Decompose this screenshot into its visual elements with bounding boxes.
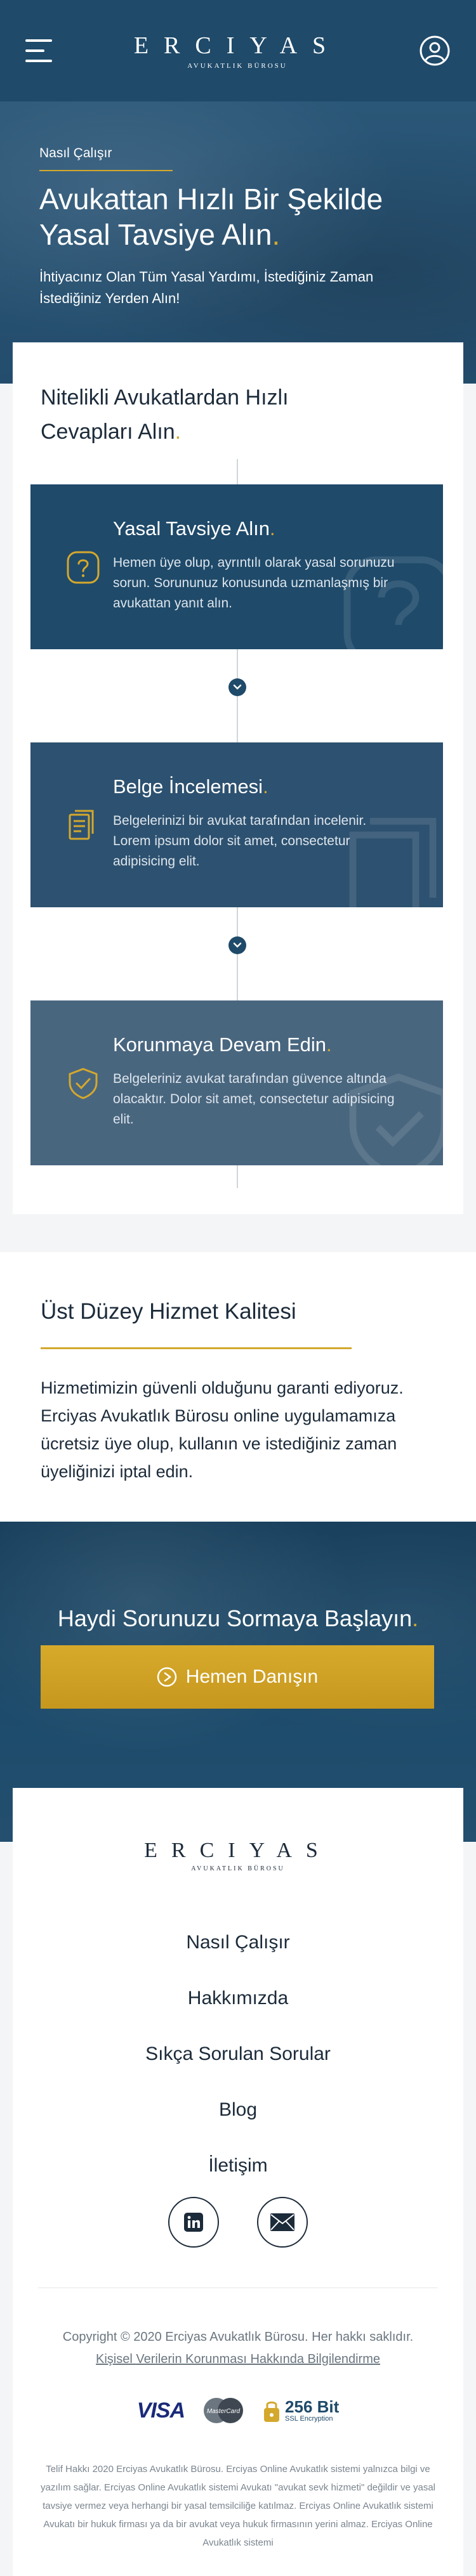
mastercard-logo: MasterCard	[201, 2397, 246, 2424]
footer-link-faq[interactable]: Sıkça Sorulan Sorular	[13, 2026, 463, 2082]
linkedin-button[interactable]	[168, 2197, 219, 2248]
step-title-dot: .	[263, 775, 268, 798]
how-it-works-card: Nitelikli Avukatlardan Hızlı Cevapları A…	[13, 342, 463, 1214]
payment-badges: VISA MasterCard 256 Bit SSL Encryption	[13, 2397, 463, 2424]
steps-title-text: Nitelikli Avukatlardan Hızlı Cevapları A…	[41, 385, 289, 444]
logo-subtitle: AVUKATLIK BÜROSU	[187, 62, 288, 70]
consult-now-button[interactable]: Hemen Danışın	[41, 1645, 434, 1709]
step-title-text: Yasal Tavsiye Alın	[113, 517, 270, 540]
documents-icon	[69, 810, 94, 840]
hero-title: Avukattan Hızlı Bir Şekilde Yasal Tavsiy…	[39, 181, 446, 252]
hero-kicker: Nasıl Çalışır	[39, 146, 112, 160]
footer-logo[interactable]: ERCIYAS AVUKATLIK BÜROSU	[13, 1839, 463, 1872]
padlock-icon	[264, 2401, 280, 2422]
chevron-down-icon	[228, 936, 246, 954]
step-card-stay-protected: Korunmaya Devam Edin. Belgeleriniz avuka…	[30, 1000, 443, 1165]
hero-title-dot: .	[272, 218, 281, 251]
site-footer: ERCIYAS AVUKATLIK BÜROSU Nasıl Çalışır H…	[13, 1788, 463, 2576]
step-title: Belge İncelemesi.	[113, 775, 268, 798]
ssl-badge: 256 Bit SSL Encryption	[262, 2398, 339, 2423]
mastercard-circles-icon: MasterCard	[204, 2398, 244, 2423]
step-title-text: Belge İncelemesi	[113, 775, 263, 798]
user-circle-icon[interactable]	[419, 35, 451, 67]
hero-section: Nasıl Çalışır Avukattan Hızlı Bir Şekild…	[0, 101, 476, 384]
ssl-bits: 256 Bit	[285, 2397, 340, 2416]
step-title: Korunmaya Devam Edin.	[113, 1033, 332, 1056]
linkedin-icon	[184, 2213, 203, 2232]
quality-title: Üst Düzey Hizmet Kalitesi	[41, 1299, 296, 1324]
mastercard-text: MasterCard	[207, 2408, 241, 2415]
footer-logo-wordmark: ERCIYAS	[144, 1839, 332, 1862]
step-title-text: Korunmaya Devam Edin	[113, 1033, 326, 1056]
legal-disclaimer: Telif Hakkı 2020 Erciyas Avukatlık Büros…	[40, 2464, 436, 2548]
question-icon	[67, 551, 100, 584]
question-watermark-icon	[343, 556, 443, 649]
footer-link-blog[interactable]: Blog	[13, 2082, 463, 2138]
play-circle-icon	[157, 1667, 177, 1687]
step-title-dot: .	[326, 1033, 332, 1056]
cta-title: Haydi Sorunuzu Sormaya Başlayın.	[0, 1605, 476, 1632]
visa-logo: VISA	[136, 2398, 185, 2423]
mail-icon	[270, 2213, 294, 2231]
hero-underline	[39, 170, 173, 171]
quality-text: Hizmetimizin güvenli olduğunu garanti ed…	[41, 1378, 404, 1481]
footer-link-about[interactable]: Hakkımızda	[13, 1971, 463, 2026]
shield-check-icon	[69, 1068, 98, 1099]
shield-watermark-icon	[349, 1073, 443, 1165]
quality-underline	[41, 1347, 352, 1349]
social-links	[13, 2197, 463, 2248]
hero-title-text: Avukattan Hızlı Bir Şekilde Yasal Tavsiy…	[39, 183, 383, 251]
footer-logo-subtitle: AVUKATLIK BÜROSU	[191, 1865, 285, 1872]
footer-nav: Nasıl Çalışır Hakkımızda Sıkça Sorulan S…	[13, 1915, 463, 2194]
privacy-policy-link[interactable]: Kişisel Verilerin Korunması Hakkında Bil…	[13, 2352, 463, 2367]
step-card-legal-advice: Yasal Tavsiye Alın. Hemen üye olup, ayrı…	[30, 484, 443, 649]
hero-subtitle: İhtiyacınız Olan Tüm Yasal Yardımı, İste…	[39, 269, 374, 306]
step-title-dot: .	[270, 517, 275, 540]
footer-link-how-it-works[interactable]: Nasıl Çalışır	[13, 1915, 463, 1971]
cta-title-text: Haydi Sorunuzu Sormaya Başlayın	[57, 1605, 413, 1631]
step-card-document-review: Belge İncelemesi. Belgelerinizi bir avuk…	[30, 742, 443, 907]
consult-now-label: Hemen Danışın	[185, 1666, 319, 1687]
step-title: Yasal Tavsiye Alın.	[113, 517, 275, 540]
steps-title: Nitelikli Avukatlardan Hızlı Cevapları A…	[41, 380, 371, 449]
copyright-text: Copyright © 2020 Erciyas Avukatlık Büros…	[62, 2330, 414, 2344]
ssl-label: SSL Encryption	[285, 2415, 333, 2423]
site-header: ERCIYAS AVUKATLIK BÜROSU	[0, 0, 476, 101]
documents-watermark-icon	[349, 818, 437, 907]
mail-button[interactable]	[257, 2197, 308, 2248]
footer-link-contact[interactable]: İletişim	[13, 2138, 463, 2194]
chevron-down-icon	[228, 678, 246, 696]
cta-title-dot: .	[412, 1605, 419, 1631]
steps-title-dot: .	[175, 420, 182, 444]
quality-section: Üst Düzey Hizmet Kalitesi Hizmetimizin g…	[0, 1252, 476, 1522]
hamburger-menu-icon[interactable]	[25, 39, 56, 62]
logo-wordmark: ERCIYAS	[133, 32, 341, 59]
header-logo[interactable]: ERCIYAS AVUKATLIK BÜROSU	[134, 32, 341, 70]
